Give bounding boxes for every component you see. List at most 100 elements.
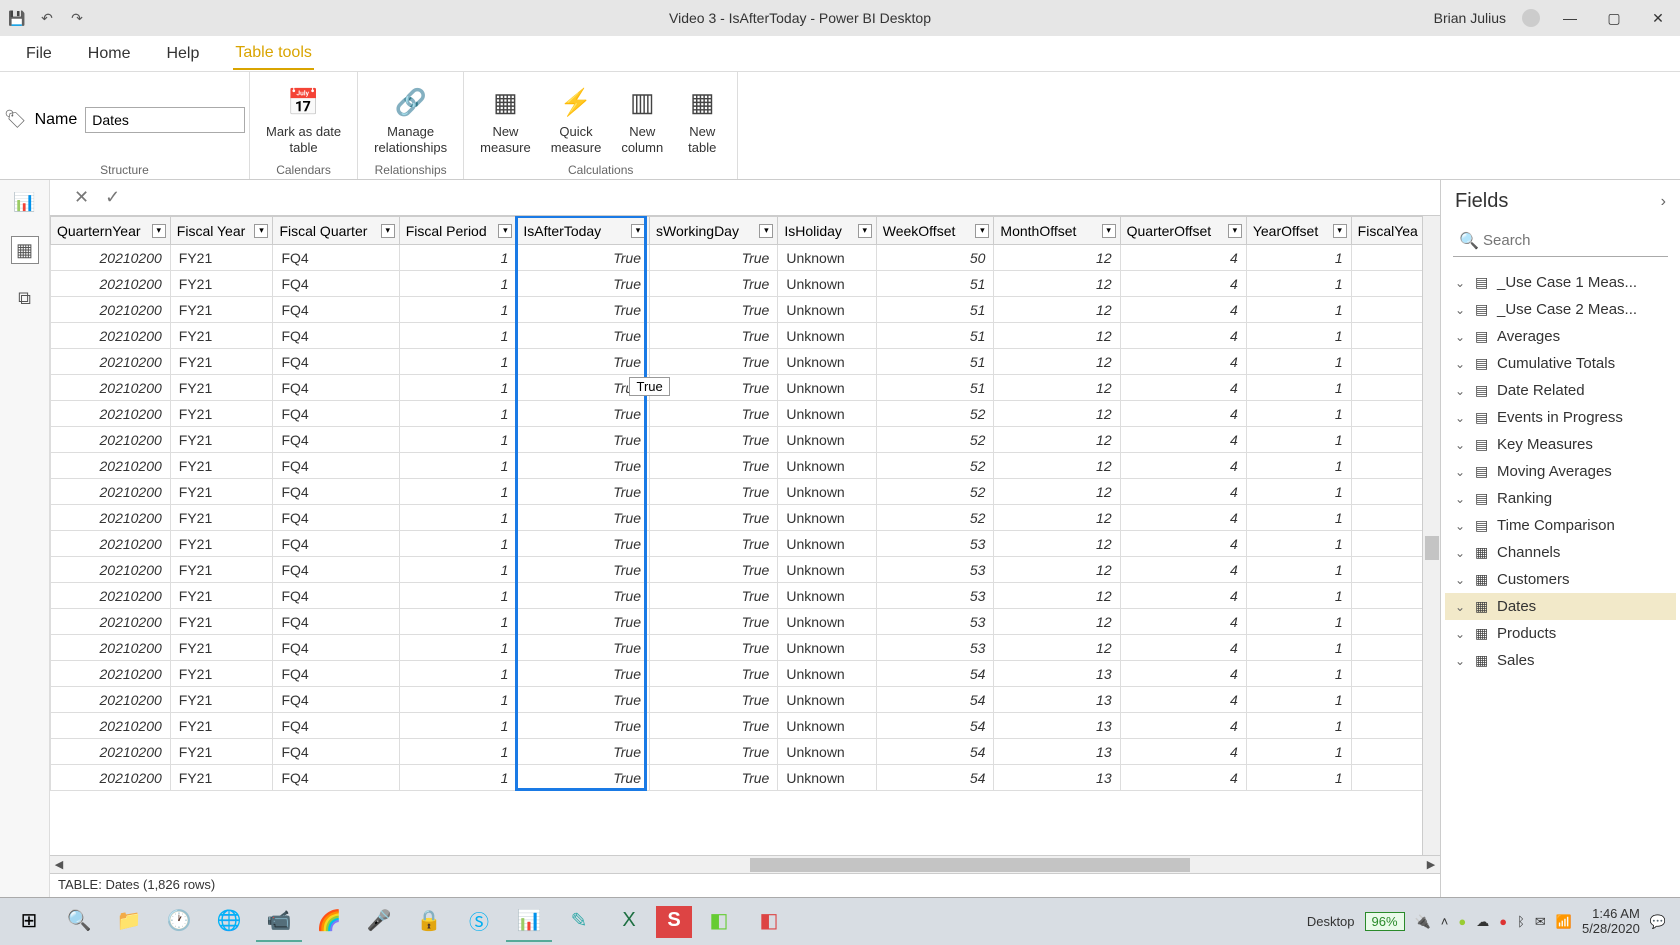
cell[interactable]: 4 (1120, 557, 1246, 583)
cell[interactable]: FQ4 (273, 427, 399, 453)
cell[interactable]: 1 (399, 687, 517, 713)
cell[interactable] (1351, 531, 1429, 557)
cell[interactable]: FY21 (170, 765, 273, 791)
column-header-fiscalyea[interactable]: FiscalYea (1351, 217, 1429, 245)
cell[interactable]: 53 (876, 583, 994, 609)
cell[interactable]: 12 (994, 531, 1120, 557)
cell[interactable]: True (649, 479, 777, 505)
cell[interactable]: 1 (1246, 323, 1351, 349)
data-view-icon[interactable]: ▦ (11, 236, 39, 264)
cell[interactable]: 20210200 (51, 765, 171, 791)
cell[interactable]: 1 (399, 245, 517, 271)
close-button[interactable]: ✕ (1644, 10, 1672, 27)
cell[interactable]: 12 (994, 609, 1120, 635)
excel-app-icon[interactable]: X (606, 902, 652, 942)
power-icon[interactable]: 🔌 (1415, 914, 1431, 930)
cell[interactable]: 20210200 (51, 557, 171, 583)
manage-relationships-button[interactable]: 🔗 Manage relationships (368, 82, 453, 157)
mark-as-date-table-button[interactable]: 📅 Mark as date table (260, 82, 347, 157)
horizontal-scrollbar[interactable]: ◀ ▶ (50, 855, 1440, 873)
cell[interactable] (1351, 687, 1429, 713)
cell[interactable]: True (517, 271, 650, 297)
column-filter-icon[interactable]: ▾ (1333, 224, 1347, 238)
collapse-fields-icon[interactable]: › (1661, 193, 1666, 211)
cell[interactable]: FY21 (170, 453, 273, 479)
cell[interactable]: 4 (1120, 375, 1246, 401)
cell[interactable]: 4 (1120, 609, 1246, 635)
cell[interactable]: 54 (876, 661, 994, 687)
cell[interactable]: True (649, 375, 777, 401)
column-filter-icon[interactable]: ▾ (1228, 224, 1242, 238)
cell[interactable]: Unknown (778, 531, 876, 557)
cell[interactable] (1351, 453, 1429, 479)
horizontal-scroll-thumb[interactable] (750, 858, 1190, 872)
cell[interactable]: 1 (399, 453, 517, 479)
cell[interactable]: 53 (876, 635, 994, 661)
cell[interactable]: Unknown (778, 687, 876, 713)
clock-app-icon[interactable]: 🕐 (156, 902, 202, 942)
cell[interactable]: 1 (399, 375, 517, 401)
cell[interactable]: True (517, 531, 650, 557)
cell[interactable]: Unknown (778, 349, 876, 375)
tray-bt-icon[interactable]: ᛒ (1517, 914, 1525, 929)
powerbi-app-icon[interactable]: 📊 (506, 902, 552, 942)
data-grid[interactable]: QuarternYear▾Fiscal Year▾Fiscal Quarter▾… (50, 216, 1440, 855)
cell[interactable]: 12 (994, 427, 1120, 453)
cell[interactable]: 20210200 (51, 245, 171, 271)
column-filter-icon[interactable]: ▾ (381, 224, 395, 238)
new-column-button[interactable]: ▥ New column (615, 82, 669, 157)
cell[interactable]: 20210200 (51, 687, 171, 713)
zoom-app-icon[interactable]: 📹 (256, 902, 302, 942)
user-avatar-icon[interactable] (1522, 9, 1540, 27)
cell[interactable]: FY21 (170, 635, 273, 661)
cell[interactable]: 13 (994, 713, 1120, 739)
cell[interactable]: 1 (1246, 557, 1351, 583)
battery-indicator[interactable]: 96% (1365, 912, 1405, 931)
cell[interactable]: 52 (876, 453, 994, 479)
cell[interactable]: 53 (876, 531, 994, 557)
tray-dot-1-icon[interactable]: ● (1458, 914, 1466, 929)
field-item-moving-averages[interactable]: ⌄▤Moving Averages (1445, 458, 1676, 485)
cell[interactable]: Unknown (778, 557, 876, 583)
cell[interactable]: 53 (876, 609, 994, 635)
cell[interactable]: 1 (1246, 401, 1351, 427)
cell[interactable]: 1 (399, 349, 517, 375)
cell[interactable]: 1 (399, 531, 517, 557)
commit-formula-icon[interactable]: ✓ (105, 187, 120, 208)
cell[interactable]: 12 (994, 557, 1120, 583)
cell[interactable]: FY21 (170, 583, 273, 609)
column-header-fiscal-period[interactable]: Fiscal Period▾ (399, 217, 517, 245)
cell[interactable]: 12 (994, 323, 1120, 349)
tab-file[interactable]: File (24, 39, 54, 69)
cell[interactable]: 1 (1246, 271, 1351, 297)
new-table-button[interactable]: ▦ New table (677, 82, 727, 157)
cell[interactable]: 1 (1246, 765, 1351, 791)
cell[interactable]: 12 (994, 505, 1120, 531)
cell[interactable]: FQ4 (273, 531, 399, 557)
field-item-ranking[interactable]: ⌄▤Ranking (1445, 485, 1676, 512)
cell[interactable]: FQ4 (273, 739, 399, 765)
cell[interactable]: True (517, 297, 650, 323)
field-item-products[interactable]: ⌄▦Products (1445, 620, 1676, 647)
cell[interactable]: 4 (1120, 531, 1246, 557)
cell[interactable]: True (517, 661, 650, 687)
cell[interactable]: 12 (994, 583, 1120, 609)
cell[interactable]: 4 (1120, 453, 1246, 479)
cell[interactable]: Unknown (778, 713, 876, 739)
cell[interactable]: 1 (399, 583, 517, 609)
cell[interactable]: Unknown (778, 427, 876, 453)
cell[interactable]: Unknown (778, 609, 876, 635)
cell[interactable]: True (649, 687, 777, 713)
cell[interactable]: 13 (994, 687, 1120, 713)
cell[interactable]: 12 (994, 479, 1120, 505)
cell[interactable]: True (517, 427, 650, 453)
cell[interactable]: True (517, 635, 650, 661)
field-item-time-comparison[interactable]: ⌄▤Time Comparison (1445, 512, 1676, 539)
cell[interactable]: 1 (1246, 349, 1351, 375)
field-item-averages[interactable]: ⌄▤Averages (1445, 323, 1676, 350)
cell[interactable]: True (649, 349, 777, 375)
cell[interactable]: 1 (1246, 375, 1351, 401)
undo-icon[interactable]: ↶ (38, 9, 56, 27)
column-header-fiscal-year[interactable]: Fiscal Year▾ (170, 217, 273, 245)
cell[interactable]: 13 (994, 739, 1120, 765)
